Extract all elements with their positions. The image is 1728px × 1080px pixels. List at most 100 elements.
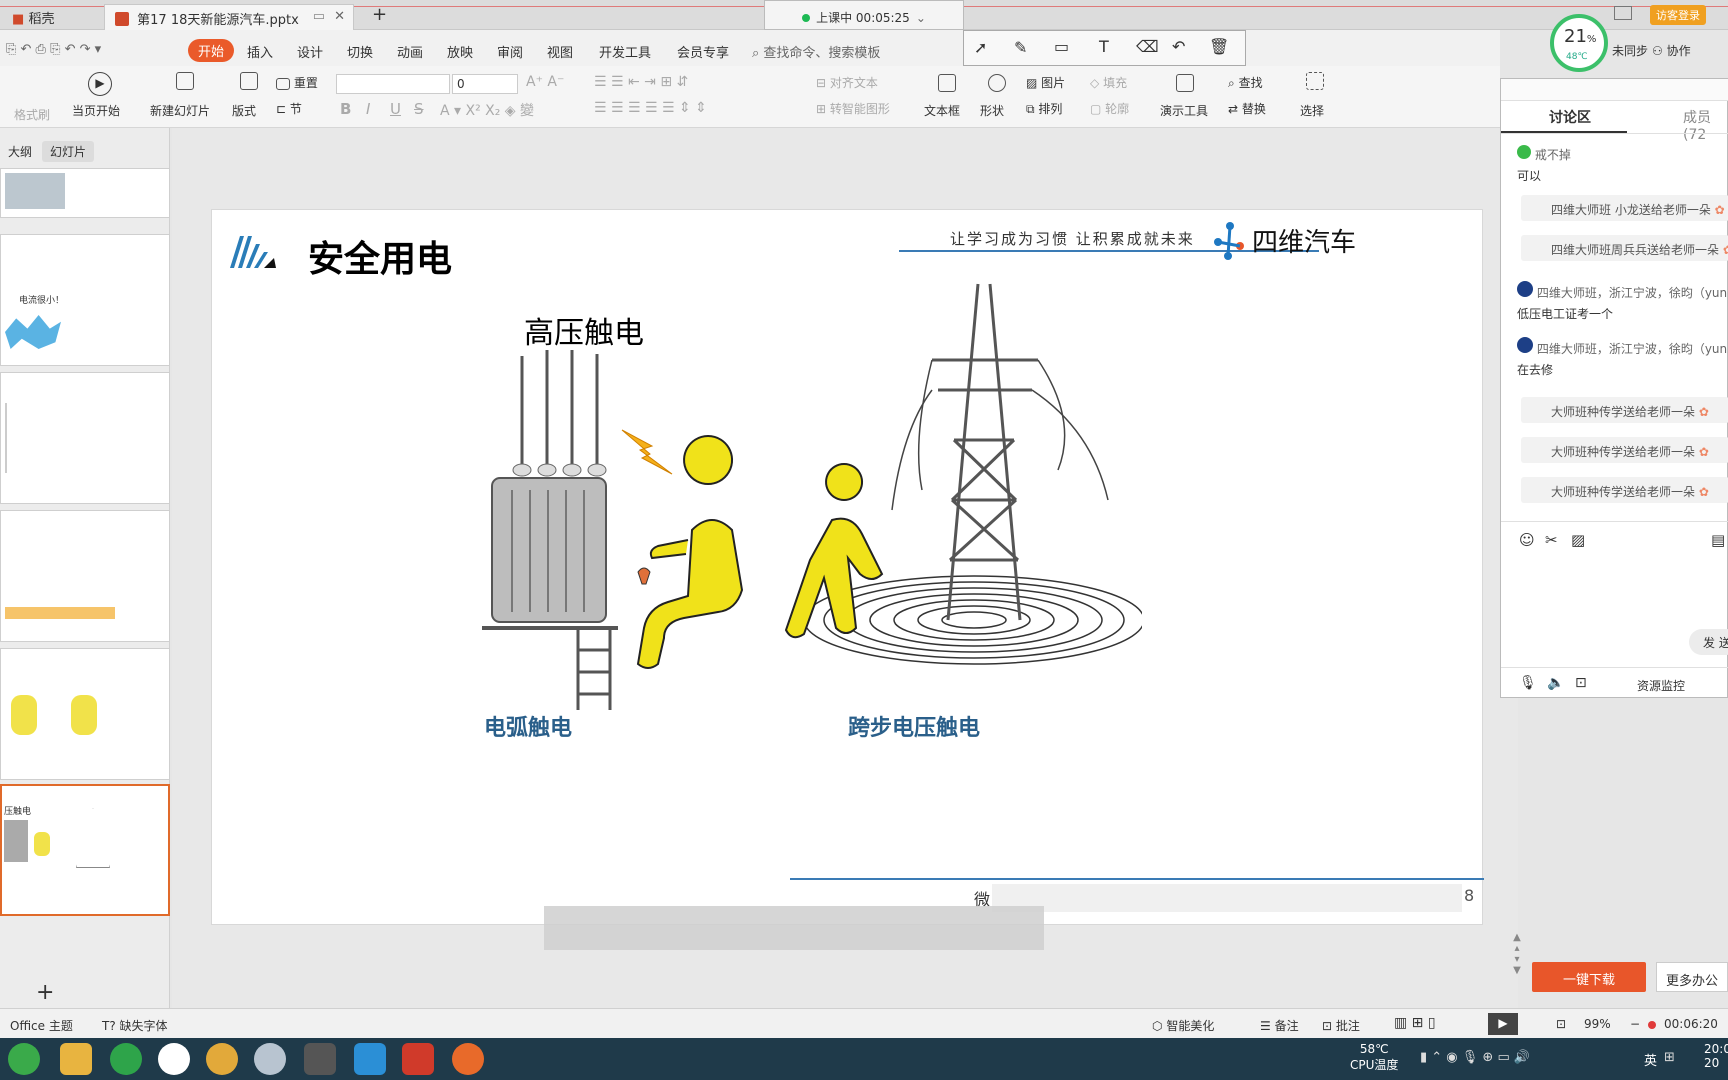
tab-discussion[interactable]: 讨论区 xyxy=(1549,107,1591,127)
slide-thumbnail-4[interactable] xyxy=(0,510,170,642)
font-family-select[interactable] xyxy=(336,74,450,94)
cpu-temp-widget[interactable]: 58℃ CPU温度 xyxy=(1350,1042,1398,1073)
shapes-icon[interactable] xyxy=(988,74,1006,92)
format-brush-button[interactable]: 格式刷 xyxy=(14,106,50,123)
menu-member[interactable]: 会员专享 xyxy=(677,42,729,61)
close-tab-icon[interactable]: ✕ xyxy=(334,9,345,24)
image-icon[interactable]: ▨ xyxy=(1571,531,1585,549)
align-text-button[interactable]: ⊟ 对齐文本 xyxy=(816,74,878,91)
section-button[interactable]: ⊏ 节 xyxy=(276,100,302,117)
text-tool-icon[interactable]: T xyxy=(1099,37,1109,56)
history-icon[interactable]: ▤ xyxy=(1711,531,1725,549)
pointer-icon[interactable]: ➚ xyxy=(974,38,987,57)
folder-icon[interactable] xyxy=(60,1043,92,1075)
slides-tab[interactable]: 幻灯片 xyxy=(42,141,95,162)
slide-thumbnail-2[interactable]: 电流很小！ xyxy=(0,234,170,366)
tray-grid-icon[interactable]: ⊞ xyxy=(1664,1050,1675,1065)
new-tab-button[interactable]: + xyxy=(362,0,397,26)
app-plus-icon[interactable] xyxy=(110,1043,142,1075)
menu-slideshow[interactable]: 放映 xyxy=(447,42,473,61)
scissors-icon[interactable]: ✂ xyxy=(1545,531,1558,549)
menu-view[interactable]: 视图 xyxy=(547,42,573,61)
resource-monitor[interactable]: 资源监控 xyxy=(1637,677,1685,694)
slide-canvas[interactable]: 安全用电 让学习成为习惯 让积累成就未来 四维汽车 高压触电 电弧触电 跨步电压… xyxy=(211,209,1484,925)
cpu-usage-badge[interactable]: 21% 48℃ xyxy=(1550,14,1608,72)
fill-button[interactable]: ◇ 填充 xyxy=(1090,74,1127,91)
missing-font-button[interactable]: T? 缺失字体 xyxy=(102,1017,168,1034)
textbox-button[interactable]: 文本框 xyxy=(924,102,960,119)
slide-thumbnail-5[interactable] xyxy=(0,648,170,780)
beautify-button[interactable]: ⬡ 智能美化 xyxy=(1152,1017,1214,1034)
list-icons[interactable]: ☰ ☰ ⇤ ⇥ ⊞ ⇵ xyxy=(594,74,688,90)
app-cube-icon[interactable] xyxy=(354,1043,386,1075)
quick-access-icons[interactable]: ⎘ ↶ ⎙ ⎘ ↶ ↷ ▾ xyxy=(6,42,101,57)
play-slideshow-icon[interactable]: ▶ xyxy=(1488,1013,1518,1035)
trash-icon[interactable]: 🗑 xyxy=(1209,37,1229,56)
class-recording-bar[interactable]: 上课中 00:05:25 ⌄ xyxy=(764,0,964,30)
textbox-icon[interactable] xyxy=(938,74,956,92)
outline-tab[interactable]: 大纲 xyxy=(0,141,40,162)
select-button[interactable]: 选择 xyxy=(1300,102,1324,119)
menu-insert[interactable]: 插入 xyxy=(247,42,273,61)
add-slide-button[interactable]: + xyxy=(36,980,54,1005)
underline-button[interactable]: U xyxy=(390,100,401,118)
layout-icon[interactable] xyxy=(240,72,258,90)
app-avatar-icon[interactable] xyxy=(452,1043,484,1075)
slide-thumbnail-6-selected[interactable]: 压触电 xyxy=(0,784,170,916)
send-button[interactable]: 发 送 xyxy=(1689,629,1728,655)
strike-button[interactable]: S xyxy=(414,100,424,118)
window-icon[interactable] xyxy=(1614,6,1632,20)
pen-icon[interactable]: ✎ xyxy=(1014,38,1027,57)
app-ship-icon[interactable] xyxy=(254,1043,286,1075)
comments-button[interactable]: ⊡ 批注 xyxy=(1322,1017,1360,1034)
replace-button[interactable]: ⇄ 替换 xyxy=(1228,100,1266,117)
menu-review[interactable]: 审阅 xyxy=(497,42,523,61)
new-slide-icon[interactable] xyxy=(176,72,194,90)
zoom-level[interactable]: 99% xyxy=(1584,1017,1611,1031)
select-icon[interactable] xyxy=(1306,72,1324,90)
chrome-icon[interactable] xyxy=(206,1043,238,1075)
fit-window-icon[interactable]: ⊡ xyxy=(1556,1017,1566,1031)
slide-thumbnail-1[interactable] xyxy=(0,168,170,218)
tab-document[interactable]: 第17 18天新能源汽车.pptx ▭ ✕ xyxy=(104,4,354,30)
sync-status[interactable]: 未同步 xyxy=(1612,42,1648,59)
clock[interactable]: 20:0 20 xyxy=(1704,1042,1728,1070)
bold-button[interactable]: B xyxy=(340,100,351,118)
shapes-button[interactable]: 形状 xyxy=(980,102,1004,119)
menu-developer[interactable]: 开发工具 xyxy=(599,42,651,61)
wps-icon[interactable] xyxy=(402,1043,434,1075)
menu-transition[interactable]: 切换 xyxy=(347,42,373,61)
smartart-button[interactable]: ⊞ 转智能图形 xyxy=(816,100,890,117)
find-button[interactable]: ⌕ 查找 xyxy=(1228,74,1263,91)
menu-design[interactable]: 设计 xyxy=(297,42,323,61)
start-icon[interactable] xyxy=(8,1043,40,1075)
collab-button[interactable]: ⚇ 协作 xyxy=(1652,42,1691,59)
app-window-icon[interactable] xyxy=(304,1043,336,1075)
present-tools-button[interactable]: 演示工具 xyxy=(1160,102,1208,119)
slide-thumbnail-3[interactable] xyxy=(0,372,170,504)
align-icons[interactable]: ☰ ☰ ☰ ☰ ☰ ⇕ ⇕ xyxy=(594,100,707,116)
camera-icon[interactable]: ⊡ xyxy=(1575,675,1587,691)
new-slide-button[interactable]: 新建幻灯片 xyxy=(150,102,210,119)
view-mode-icons[interactable]: ▥ ⊞ ▯ xyxy=(1394,1015,1436,1031)
guest-login-button[interactable]: 访客登录 xyxy=(1650,5,1706,25)
layout-button[interactable]: 版式 xyxy=(232,102,256,119)
speaker-icon[interactable]: 🔈 xyxy=(1547,675,1564,691)
outline-button[interactable]: ▢ 轮廓 xyxy=(1090,100,1129,117)
ime-indicator[interactable]: 英 xyxy=(1644,1050,1657,1069)
tray-icons[interactable]: ▮ ⌃ ◉ 🎙 ⊕ ▭ 🔊 xyxy=(1420,1050,1530,1065)
more-office-button[interactable]: 更多办公 xyxy=(1656,962,1728,992)
one-click-download-button[interactable]: 一键下载 xyxy=(1532,962,1646,992)
search-command[interactable]: ⌕ 查找命令、搜索模板 xyxy=(752,42,880,61)
app-dots-icon[interactable] xyxy=(158,1043,190,1075)
rectangle-icon[interactable]: ▭ xyxy=(1054,37,1069,56)
chevron-down-icon[interactable]: ⌄ xyxy=(916,11,926,25)
menu-home[interactable]: 开始 xyxy=(188,39,235,62)
font-grow-icon[interactable]: A⁺ A⁻ xyxy=(526,74,564,90)
arrange-button[interactable]: ⧉ 排列 xyxy=(1026,100,1062,117)
italic-button[interactable]: I xyxy=(366,100,370,118)
font-color-icons[interactable]: A ▾ X² X₂ ◈ 變 xyxy=(440,100,534,120)
reset-button[interactable]: 重置 xyxy=(276,74,318,91)
undo-icon[interactable]: ↶ xyxy=(1172,37,1185,56)
slide-nav-arrows[interactable]: ▲ ▴ ▾ ▼ xyxy=(1504,932,1530,992)
